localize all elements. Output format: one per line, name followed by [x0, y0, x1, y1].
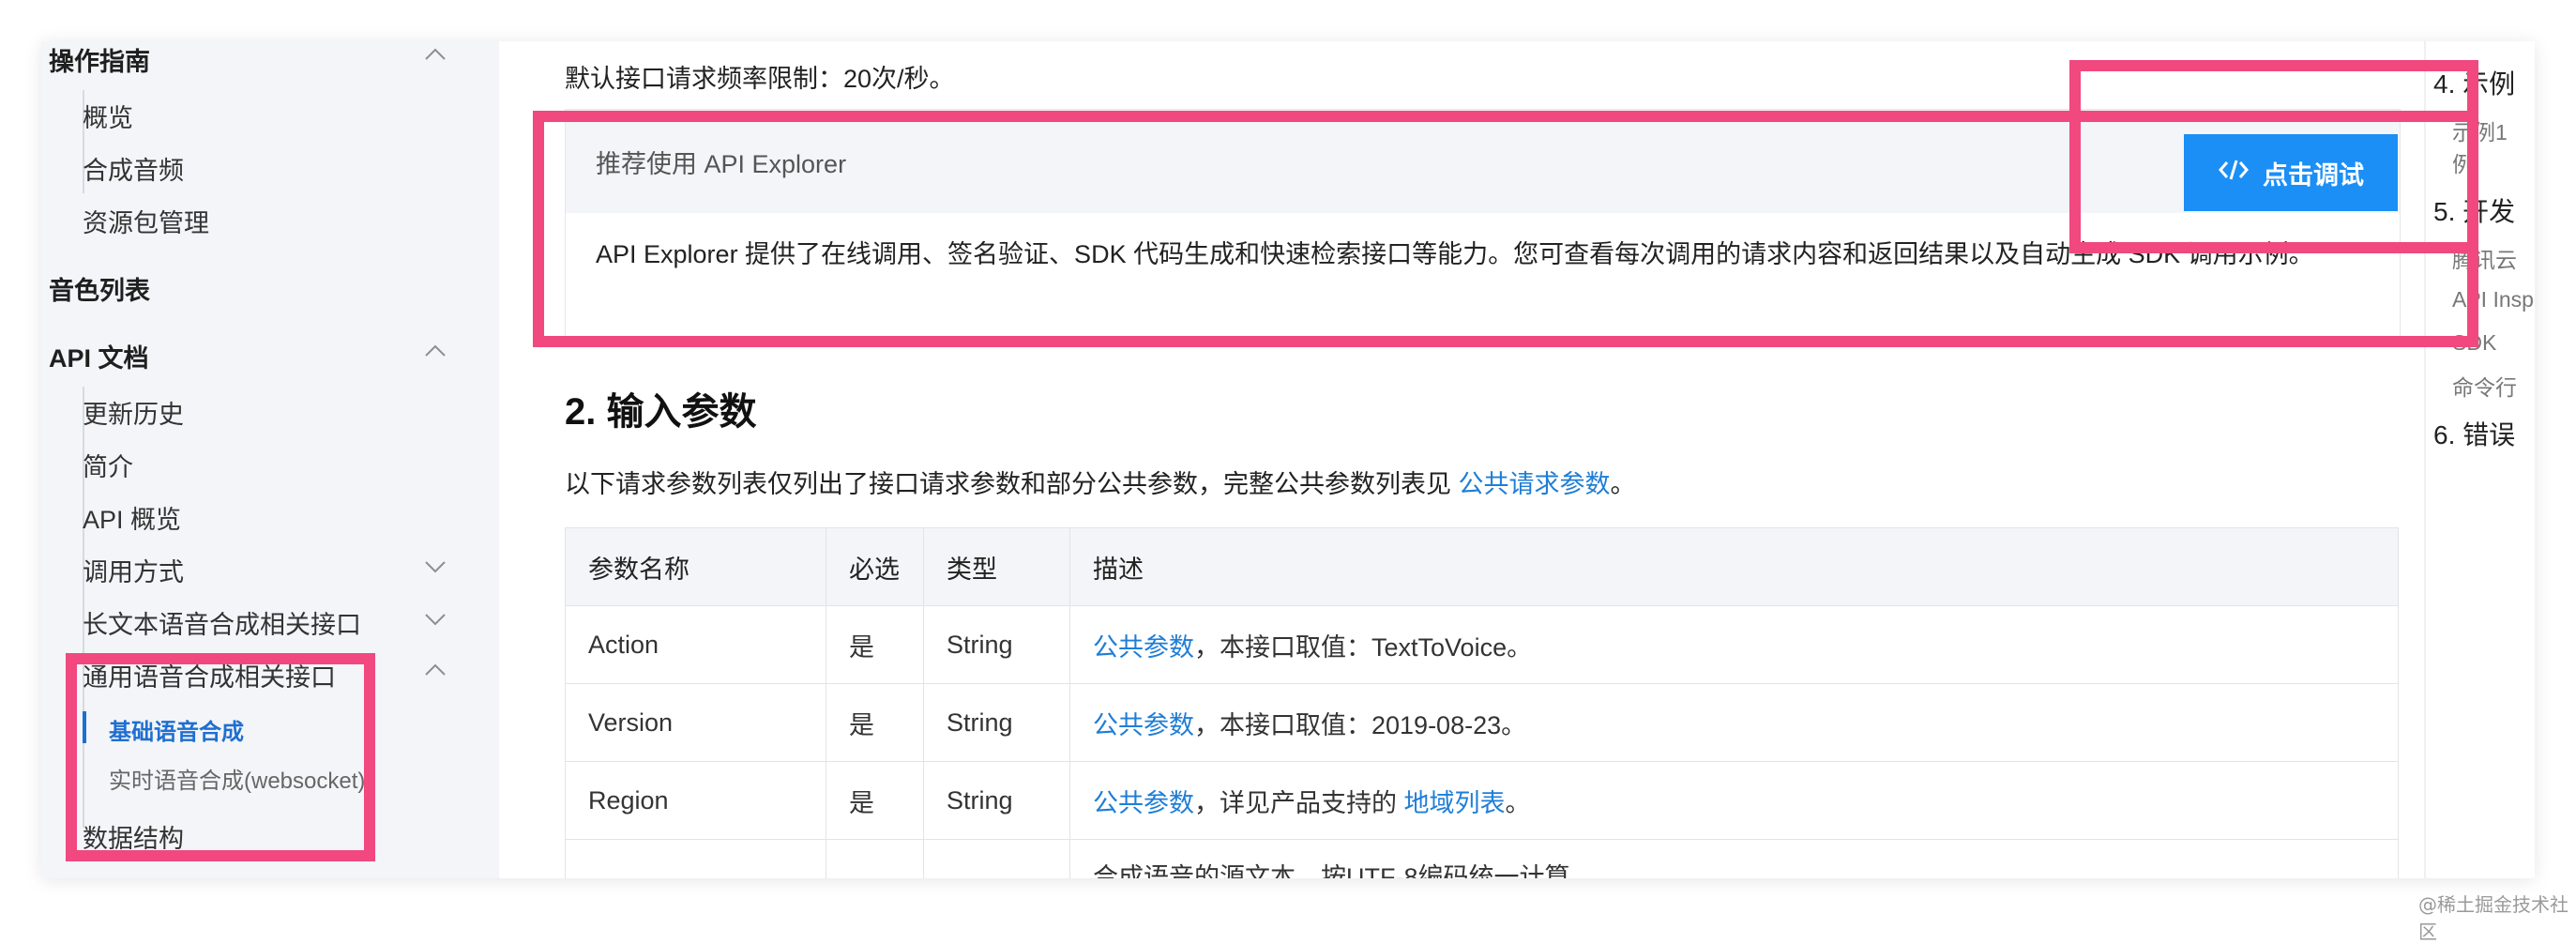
params-intro-text: 以下请求参数列表仅列出了接口请求参数和部分公共参数，完整公共参数列表见 [565, 470, 1459, 498]
param-type: String [923, 683, 1070, 762]
table-row: 合成语音的源文本，按UTF-8编码统一计算 [565, 839, 2399, 878]
toc-sub-sdk[interactable]: SDK [2452, 330, 2496, 356]
common-params-link[interactable]: 公共参数 [1093, 633, 1194, 662]
toc-panel: 4. 示例 示例1 例 5. 开发 腾讯云 API Inspector SDK … [2424, 41, 2535, 878]
nav-item-data-structure[interactable]: 数据结构 [83, 818, 184, 855]
toc-item-dev[interactable]: 5. 开发 [2433, 191, 2515, 229]
table-header-row: 参数名称 必选 类型 描述 [565, 527, 2399, 606]
table-row: Region 是 String 公共参数，详见产品支持的 地域列表。 [565, 761, 2399, 840]
debug-button-label: 点击调试 [2263, 160, 2364, 190]
api-explorer-description: API Explorer 提供了在线调用、签名验证、SDK 代码生成和快速检索接… [596, 240, 2314, 268]
debug-button[interactable]: 点击调试 [2184, 134, 2398, 211]
toc-sub-example-1-cont: 例 [2452, 152, 2474, 176]
param-description-tail: 。 [1505, 788, 1531, 817]
table-row: Action 是 String 公共参数，本接口取值：TextToVoice。 [565, 605, 2399, 684]
param-name [565, 839, 826, 878]
param-name: Version [565, 683, 826, 762]
nav-item-changelog[interactable]: 更新历史 [83, 394, 184, 431]
nav-group-voices[interactable]: 音色列表 [49, 270, 150, 307]
table-row: Version 是 String 公共参数，本接口取值：2019-08-23。 [565, 683, 2399, 762]
chevron-up-icon[interactable] [422, 342, 448, 360]
nav-item-synthesize-audio[interactable]: 合成音频 [83, 150, 184, 187]
common-request-params-link[interactable]: 公共请求参数 [1459, 470, 1611, 498]
param-required: 是 [826, 761, 924, 840]
col-header-type: 类型 [923, 527, 1070, 606]
params-intro: 以下请求参数列表仅列出了接口请求参数和部分公共参数，完整公共参数列表见 公共请求… [565, 464, 1636, 500]
param-type: String [923, 761, 1070, 840]
nav-active-indicator [83, 711, 86, 743]
param-description-text: ，本接口取值：TextToVoice。 [1194, 632, 1533, 662]
rate-limit-text: 默认接口请求频率限制：20次/秒。 [565, 65, 955, 93]
nav-item-calling-method[interactable]: 调用方式 [83, 552, 184, 588]
toc-sub-tencent[interactable]: 腾讯云 [2452, 242, 2517, 274]
nav-item-api-overview[interactable]: API 概览 [83, 499, 181, 536]
param-description: 合成语音的源文本，按UTF-8编码统一计算 [1069, 839, 2399, 878]
chevron-down-icon[interactable] [422, 610, 448, 629]
param-description-text: ，详见产品支持的 [1194, 788, 1404, 817]
common-params-link[interactable]: 公共参数 [1093, 789, 1194, 817]
param-description: 公共参数，本接口取值：TextToVoice。 [1069, 605, 2399, 684]
nav-item-general-tts-api[interactable]: 通用语音合成相关接口 [83, 657, 336, 693]
param-name: Region [565, 761, 826, 840]
param-type [923, 839, 1070, 878]
nav-sub-realtime-tts[interactable]: 实时语音合成(websocket) [109, 762, 396, 795]
param-type: String [923, 605, 1070, 684]
browser-viewport: 操作指南 概览 合成音频 资源包管理 音色列表 API 文档 更新历史 简介 A… [41, 41, 2535, 878]
nav-item-overview[interactable]: 概览 [83, 98, 133, 134]
param-name: Action [565, 605, 826, 684]
toc-sub-api-inspector[interactable]: API Inspector [2452, 287, 2535, 312]
toc-item-example[interactable]: 4. 示例 [2433, 64, 2515, 101]
toc-sub-example-1[interactable]: 示例1 [2452, 114, 2508, 146]
params-intro-suffix: 。 [1610, 470, 1636, 498]
main-content: 默认接口请求频率限制：20次/秒。 推荐使用 API Explorer 点击调试… [499, 41, 2401, 878]
nav-group-api-docs[interactable]: API 文档 [49, 338, 149, 374]
param-description: 公共参数，详见产品支持的 地域列表。 [1069, 761, 2399, 840]
watermark: @稀土掘金技术社区 [2418, 893, 2568, 943]
nav-item-long-text-api[interactable]: 长文本语音合成相关接口 [83, 604, 361, 641]
param-required: 是 [826, 683, 924, 762]
chevron-up-icon[interactable] [422, 661, 448, 679]
toc-sub-cli[interactable]: 命令行 [2452, 370, 2517, 402]
docs-sidebar: 操作指南 概览 合成音频 资源包管理 音色列表 API 文档 更新历史 简介 A… [41, 41, 499, 878]
nav-item-resource-package[interactable]: 资源包管理 [83, 203, 209, 239]
api-explorer-card: 推荐使用 API Explorer 点击调试 API Explorer 提供了在… [565, 109, 2401, 343]
col-header-description: 描述 [1069, 527, 2399, 606]
param-required: 是 [826, 605, 924, 684]
col-header-required: 必选 [826, 527, 924, 606]
param-description: 公共参数，本接口取值：2019-08-23。 [1069, 683, 2399, 762]
common-params-link[interactable]: 公共参数 [1093, 711, 1194, 739]
code-icon [2218, 158, 2250, 189]
param-required [826, 839, 924, 878]
params-table: 参数名称 必选 类型 描述 Action 是 String 公共参数，本接口取值… [565, 527, 2399, 878]
api-explorer-title: 推荐使用 API Explorer [596, 150, 847, 178]
chevron-down-icon[interactable] [422, 557, 448, 576]
param-description-text: ，本接口取值：2019-08-23。 [1194, 710, 1527, 739]
api-explorer-header: 推荐使用 API Explorer [566, 110, 2400, 213]
section-title: 2. 输入参数 [565, 391, 757, 433]
nav-sub-basic-tts[interactable]: 基础语音合成 [109, 713, 390, 746]
nav-item-intro[interactable]: 简介 [83, 447, 133, 483]
nav-group-guide[interactable]: 操作指南 [49, 41, 150, 78]
toc-item-errors[interactable]: 6. 错误 [2433, 415, 2515, 452]
col-header-name: 参数名称 [565, 527, 826, 606]
chevron-up-icon[interactable] [422, 45, 448, 64]
region-list-link[interactable]: 地域列表 [1404, 789, 1506, 817]
